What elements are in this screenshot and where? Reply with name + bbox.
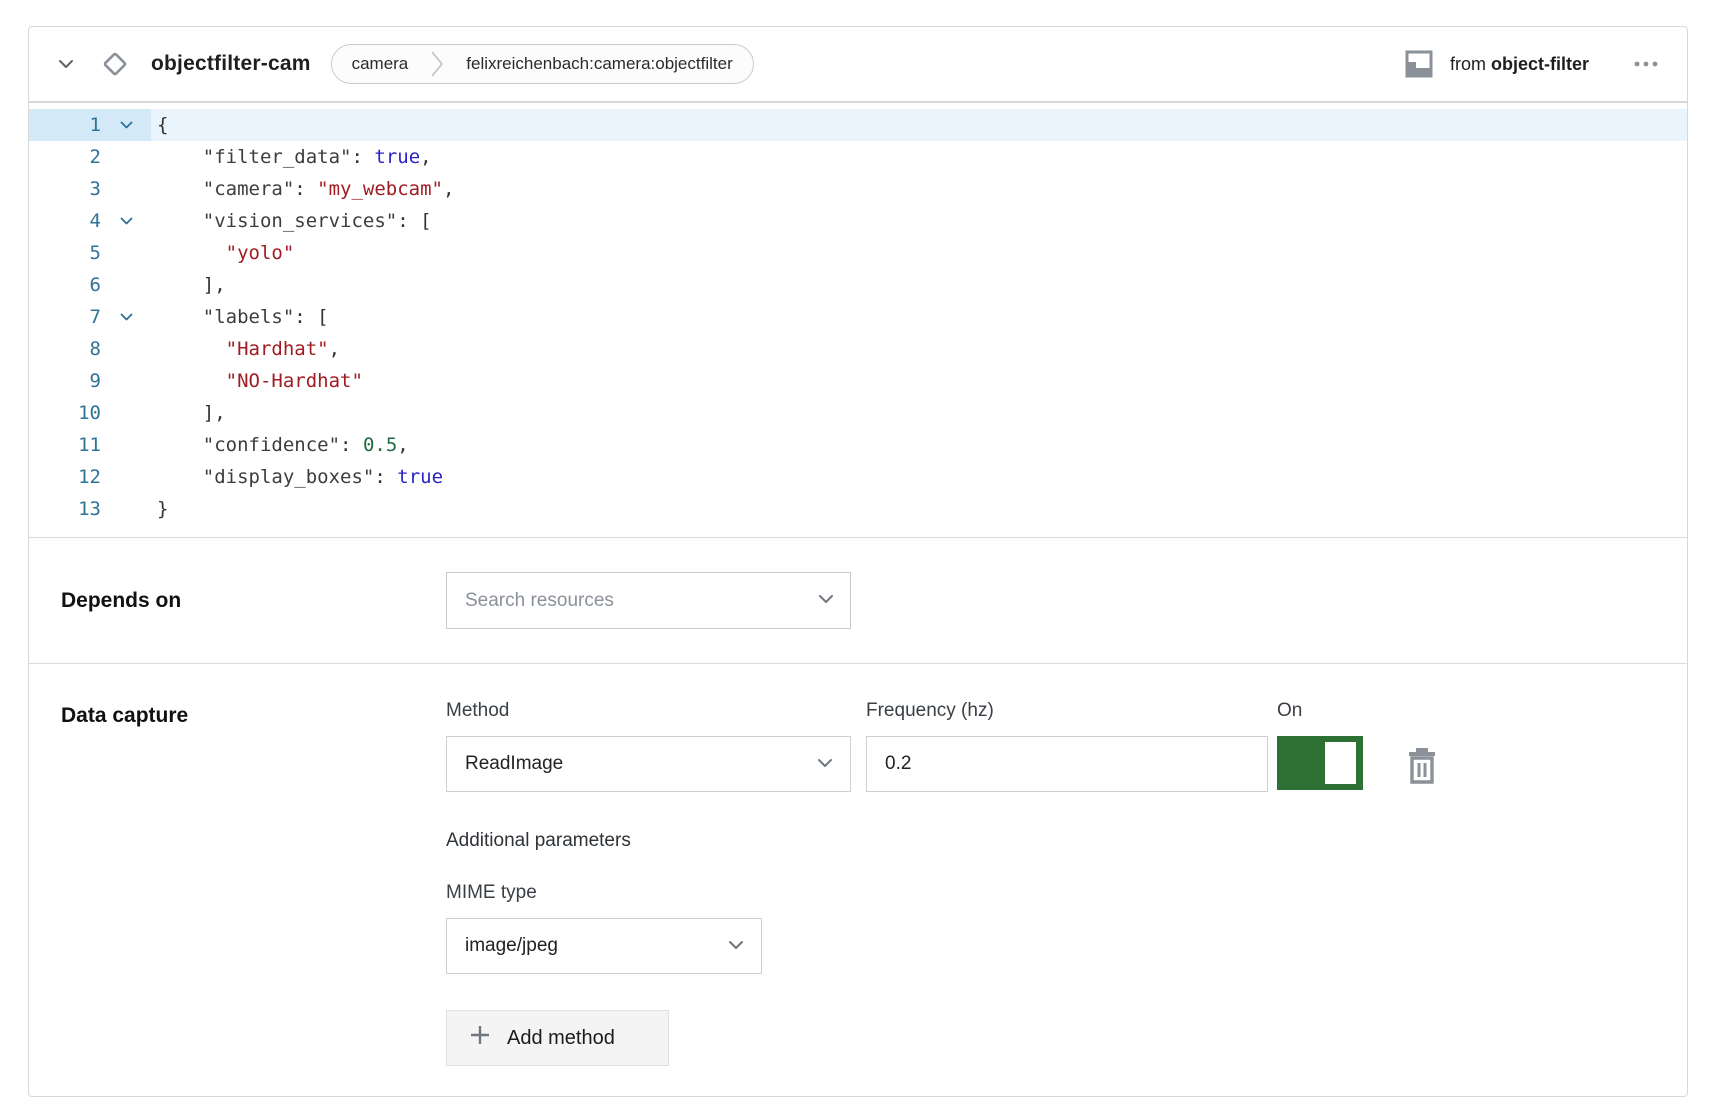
fold-spacer	[101, 429, 151, 461]
line-number: 10	[29, 397, 101, 429]
code-line-content: }	[151, 493, 1687, 525]
depends-on-section: Depends on	[29, 537, 1687, 663]
code-line-content: ],	[151, 269, 1687, 301]
line-number: 8	[29, 333, 101, 365]
code-line[interactable]: 13}	[29, 493, 1687, 525]
from-label: from	[1450, 54, 1491, 74]
capture-toggle-label: On	[1277, 700, 1363, 722]
search-resources-input[interactable]	[446, 572, 851, 629]
code-line-content: "Hardhat",	[151, 333, 1687, 365]
code-line[interactable]: 9 "NO-Hardhat"	[29, 365, 1687, 397]
code-line-content: "NO-Hardhat"	[151, 365, 1687, 397]
line-number: 7	[29, 301, 101, 333]
code-line[interactable]: 8 "Hardhat",	[29, 333, 1687, 365]
code-line[interactable]: 1{	[29, 109, 1687, 141]
code-line-content: ],	[151, 397, 1687, 429]
code-line-content: "camera": "my_webcam",	[151, 173, 1687, 205]
code-line[interactable]: 5 "yolo"	[29, 237, 1687, 269]
fold-spacer	[101, 141, 151, 173]
depends-on-select[interactable]	[446, 572, 851, 629]
capture-on-toggle[interactable]	[1277, 736, 1363, 790]
resource-type-model-pill: camera felixreichenbach:camera:objectfil…	[331, 44, 754, 84]
fold-chevron-icon[interactable]	[101, 205, 151, 237]
camera-component-diamond-icon	[93, 42, 137, 86]
method-value: ReadImage	[465, 753, 563, 775]
line-number: 6	[29, 269, 101, 301]
module-source-text: from object-filter	[1450, 54, 1589, 75]
json-config-editor[interactable]: 1{2 "filter_data": true,3 "camera": "my_…	[29, 101, 1687, 537]
fold-spacer	[101, 237, 151, 269]
code-editor-lines: 1{2 "filter_data": true,3 "camera": "my_…	[29, 109, 1687, 525]
code-line-content: "filter_data": true,	[151, 141, 1687, 173]
card-header: objectfilter-cam camera felixreichenbach…	[29, 27, 1687, 101]
mime-type-label: MIME type	[446, 882, 1655, 904]
resource-card: objectfilter-cam camera felixreichenbach…	[28, 26, 1688, 1097]
line-number: 1	[29, 109, 101, 141]
module-icon	[1400, 45, 1438, 83]
code-line[interactable]: 11 "confidence": 0.5,	[29, 429, 1687, 461]
code-line-content: "display_boxes": true	[151, 461, 1687, 493]
code-line[interactable]: 4 "vision_services": [	[29, 205, 1687, 237]
code-line[interactable]: 6 ],	[29, 269, 1687, 301]
module-source: from object-filter	[1400, 45, 1589, 83]
line-number: 5	[29, 237, 101, 269]
data-capture-section: Data capture Method ReadImage Frequency …	[29, 663, 1687, 1096]
delete-method-trash-icon[interactable]	[1401, 742, 1443, 790]
fold-spacer	[101, 397, 151, 429]
fold-chevron-icon[interactable]	[101, 109, 151, 141]
code-line[interactable]: 12 "display_boxes": true	[29, 461, 1687, 493]
fold-spacer	[101, 173, 151, 205]
frequency-label: Frequency (hz)	[866, 700, 1268, 722]
collapse-chevron-icon[interactable]	[53, 54, 79, 74]
line-number: 3	[29, 173, 101, 205]
plus-icon	[469, 1024, 491, 1052]
data-capture-heading: Data capture	[61, 700, 446, 1066]
line-number: 2	[29, 141, 101, 173]
fold-spacer	[101, 333, 151, 365]
mime-type-value: image/jpeg	[465, 935, 558, 957]
resource-title: objectfilter-cam	[151, 52, 311, 76]
line-number: 4	[29, 205, 101, 237]
line-number: 13	[29, 493, 101, 525]
line-number: 9	[29, 365, 101, 397]
line-number: 12	[29, 461, 101, 493]
toggle-knob	[1325, 742, 1356, 784]
code-line-content: "vision_services": [	[151, 205, 1687, 237]
code-line-content: "confidence": 0.5,	[151, 429, 1687, 461]
resource-model-tag: felixreichenbach:camera:objectfilter	[446, 45, 752, 83]
method-label: Method	[446, 700, 851, 722]
add-method-label: Add method	[507, 1027, 615, 1050]
code-line-content: {	[151, 109, 1687, 141]
code-line-content: "labels": [	[151, 301, 1687, 333]
line-number: 11	[29, 429, 101, 461]
code-line[interactable]: 10 ],	[29, 397, 1687, 429]
code-line[interactable]: 7 "labels": [	[29, 301, 1687, 333]
depends-on-heading: Depends on	[61, 589, 446, 613]
chevron-down-icon	[727, 935, 745, 957]
code-line[interactable]: 2 "filter_data": true,	[29, 141, 1687, 173]
add-method-button[interactable]: Add method	[446, 1010, 669, 1066]
chevron-down-icon	[816, 753, 834, 775]
method-select[interactable]: ReadImage	[446, 736, 851, 792]
frequency-input[interactable]	[866, 736, 1268, 792]
more-options-icon[interactable]	[1629, 56, 1663, 72]
module-name: object-filter	[1491, 54, 1589, 74]
fold-spacer	[101, 461, 151, 493]
additional-parameters-label: Additional parameters	[446, 830, 1655, 852]
mime-type-select[interactable]: image/jpeg	[446, 918, 762, 974]
code-line-content: "yolo"	[151, 237, 1687, 269]
fold-spacer	[101, 269, 151, 301]
fold-chevron-icon[interactable]	[101, 301, 151, 333]
pill-separator-chevron-icon	[428, 45, 446, 83]
resource-type-tag: camera	[332, 45, 429, 83]
fold-spacer	[101, 493, 151, 525]
fold-spacer	[101, 365, 151, 397]
code-line[interactable]: 3 "camera": "my_webcam",	[29, 173, 1687, 205]
